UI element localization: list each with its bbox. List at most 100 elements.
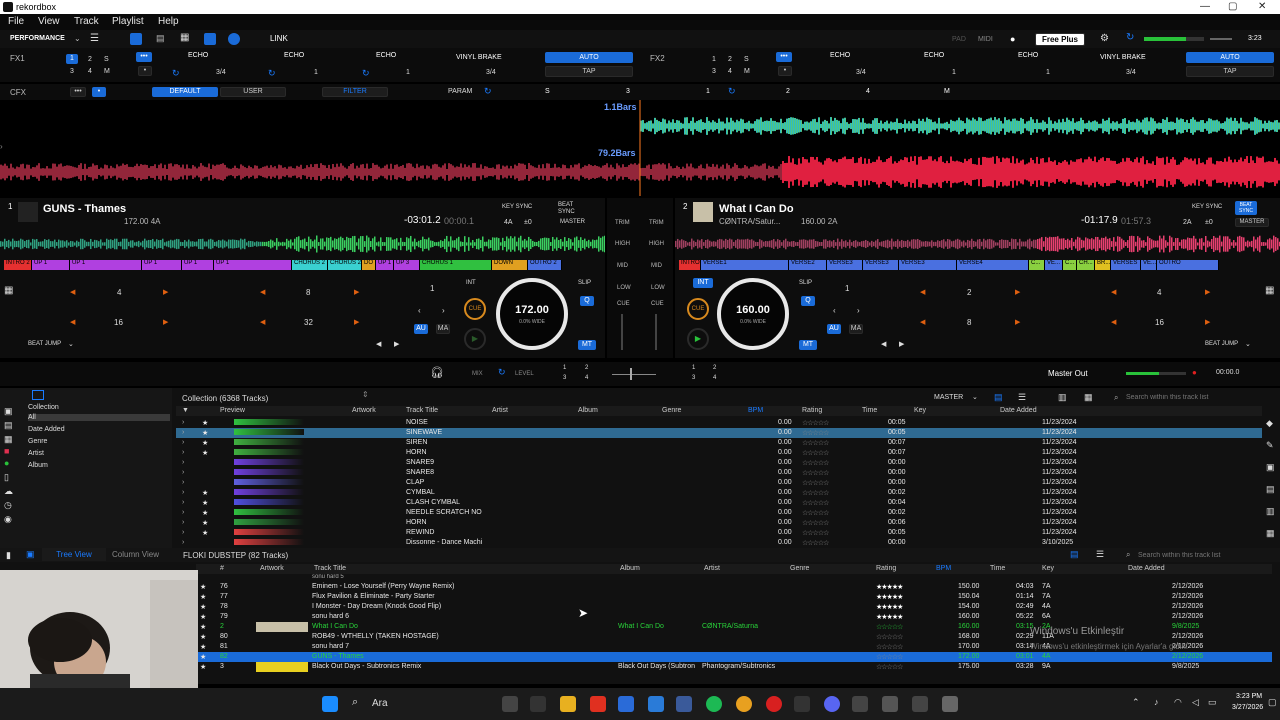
tree-view-tab[interactable]: Tree View bbox=[42, 548, 106, 561]
row-star[interactable]: ★ bbox=[202, 499, 208, 507]
fx1-beat-dot-icon[interactable]: • bbox=[138, 66, 152, 76]
fx2-slot-1[interactable]: ECHO bbox=[830, 52, 850, 59]
fx1-tap-button[interactable]: TAP bbox=[545, 66, 633, 77]
row-rating[interactable]: ☆☆☆☆☆ bbox=[802, 469, 829, 477]
deck2-overview[interactable] bbox=[675, 234, 1280, 254]
fx2-deck-3-button[interactable]: 3 bbox=[712, 68, 716, 75]
row-expand-icon[interactable]: › bbox=[182, 529, 184, 536]
cue-marker[interactable]: INTRO 2 bbox=[4, 260, 32, 270]
midi-button[interactable]: MIDI bbox=[978, 36, 993, 43]
fx1-deck-1-button[interactable]: 1 bbox=[66, 54, 78, 64]
row-star[interactable]: ★ bbox=[202, 519, 208, 527]
fx1-knob-3-icon[interactable]: ↻ bbox=[362, 68, 370, 79]
mixer-cue-right[interactable]: CUE bbox=[651, 301, 664, 307]
cue-marker[interactable]: VERSES bbox=[1111, 260, 1141, 270]
menu-help[interactable]: Help bbox=[158, 16, 179, 27]
col-artist[interactable]: Artist bbox=[492, 407, 508, 414]
row-preview[interactable] bbox=[234, 519, 304, 525]
collection-icon[interactable] bbox=[32, 390, 44, 400]
fx1-deck-m-button[interactable]: M bbox=[104, 68, 110, 75]
fx2-slot-3[interactable]: ECHO bbox=[1018, 52, 1038, 59]
chevron-down-icon[interactable]: ⌄ bbox=[74, 34, 81, 43]
opera-icon[interactable] bbox=[766, 696, 782, 712]
cfx-slot-3[interactable]: 3 bbox=[626, 88, 630, 95]
microphone-icon[interactable]: ♪ bbox=[1154, 697, 1159, 707]
deck-select-3b[interactable]: 3 bbox=[692, 375, 695, 381]
app-window-icon[interactable] bbox=[676, 696, 692, 712]
row-rating[interactable]: ★★★★★ bbox=[876, 583, 903, 591]
row-rating[interactable]: ☆☆☆☆☆ bbox=[802, 459, 829, 467]
row-preview[interactable] bbox=[234, 419, 304, 425]
cue-marker[interactable]: CH... bbox=[1077, 260, 1095, 270]
deck2-slip-button[interactable]: SLIP bbox=[799, 280, 812, 286]
fx1-deck-s-button[interactable]: S bbox=[104, 56, 109, 63]
cue-marker[interactable]: UP 1 bbox=[376, 260, 394, 270]
record-icon[interactable]: ● bbox=[1192, 368, 1197, 377]
cfx-slot-m[interactable]: M bbox=[944, 88, 950, 95]
app-gamepad-icon[interactable] bbox=[912, 696, 928, 712]
tree-artist[interactable]: Artist bbox=[28, 450, 44, 457]
col-key[interactable]: Key bbox=[914, 407, 926, 414]
deck1-quantize-button[interactable]: Q bbox=[580, 296, 594, 306]
deck1-pad-2[interactable]: 8 bbox=[306, 288, 310, 297]
volume-icon[interactable]: ◁ bbox=[1192, 697, 1199, 708]
fx1-knob-1-icon[interactable]: ↻ bbox=[172, 68, 180, 79]
playlist-row[interactable]: ★ 76 Eminem - Lose Yourself (Perry Wayne R… bbox=[196, 582, 1272, 592]
table-row[interactable]: › ★ SINEWAVE 0.00 ☆☆☆☆☆ 00:05 11/23/2024 bbox=[176, 428, 1262, 438]
cue-marker[interactable]: CHORUS 2 bbox=[292, 260, 328, 270]
fx1-more-icon[interactable]: ••• bbox=[136, 52, 152, 62]
deck1-pad2-right-icon[interactable]: ▶ bbox=[354, 288, 359, 296]
right-panel-info-icon[interactable]: ▣ bbox=[1266, 462, 1275, 473]
notification-icon[interactable]: ▢ bbox=[1268, 697, 1277, 708]
row-rating[interactable]: ☆☆☆☆☆ bbox=[802, 429, 829, 437]
row-star[interactable]: ★ bbox=[202, 509, 208, 517]
row-star-icon[interactable]: ★ bbox=[200, 633, 206, 641]
deck-select-4[interactable]: 4 bbox=[585, 375, 588, 381]
deck2-key-offset[interactable]: ±0 bbox=[1205, 219, 1213, 226]
pl-detail-view-icon[interactable]: ☰ bbox=[1096, 549, 1104, 560]
master-out-select[interactable]: Master Out bbox=[1048, 369, 1088, 378]
table-row[interactable]: › SNARE8 0.00 ☆☆☆☆☆ 00:00 11/23/2024 bbox=[176, 468, 1262, 478]
cue-marker[interactable]: BR... bbox=[1095, 260, 1111, 270]
col-artwork[interactable]: Artwork bbox=[352, 407, 376, 414]
column-view-tab[interactable]: Column View bbox=[112, 550, 159, 559]
app-pen-icon[interactable] bbox=[882, 696, 898, 712]
right-panel-tag-icon[interactable]: ◆ bbox=[1266, 418, 1273, 429]
row-preview[interactable] bbox=[234, 489, 304, 495]
collection-sort-icon[interactable]: ⇕ bbox=[362, 390, 369, 399]
row-expand-icon[interactable]: › bbox=[182, 479, 184, 486]
deck1-pad3-left-icon[interactable]: ◀ bbox=[70, 318, 75, 326]
deck2-master-button[interactable]: MASTER bbox=[1235, 218, 1269, 227]
pl-col-date-added[interactable]: Date Added bbox=[1128, 565, 1165, 572]
row-rating[interactable]: ☆☆☆☆☆ bbox=[876, 643, 903, 651]
row-star-icon[interactable]: ★ bbox=[200, 593, 206, 601]
fx2-beat-dot-icon[interactable]: • bbox=[778, 66, 792, 76]
deck1-beat-sync-button[interactable]: BEAT SYNC bbox=[558, 202, 578, 216]
menu-view[interactable]: View bbox=[38, 16, 60, 27]
fx1-deck-4-button[interactable]: 4 bbox=[88, 68, 92, 75]
row-rating[interactable]: ☆☆☆☆☆ bbox=[876, 623, 903, 631]
deck-filter-select[interactable]: MASTER bbox=[934, 394, 963, 401]
fx2-more-icon[interactable]: ••• bbox=[776, 52, 792, 62]
pl-col-bpm[interactable]: BPM bbox=[936, 565, 951, 572]
deck2-pad2-right-icon[interactable]: ▶ bbox=[1205, 288, 1210, 296]
rekordbox-taskbar-icon[interactable] bbox=[942, 696, 958, 712]
table-row[interactable]: › ★ CLASH CYMBAL 0.00 ☆☆☆☆☆ 00:04 11/23/2024 bbox=[176, 498, 1262, 508]
tree-album[interactable]: Album bbox=[28, 462, 48, 469]
cue-marker[interactable]: VE... bbox=[1045, 260, 1063, 270]
deck2-int-button[interactable]: INT bbox=[693, 278, 713, 288]
row-rating[interactable]: ☆☆☆☆☆ bbox=[802, 419, 829, 427]
tree-all[interactable]: All bbox=[28, 414, 170, 421]
deck2-loop-right-icon[interactable]: › bbox=[857, 306, 860, 315]
deck1-pad3-right-icon[interactable]: ▶ bbox=[163, 318, 168, 326]
deck-select-1b[interactable]: 1 bbox=[692, 365, 695, 371]
deck-select-1[interactable]: 1 bbox=[563, 365, 566, 371]
deck2-beat-sync-button[interactable]: BEAT SYNC bbox=[1235, 201, 1257, 215]
row-star[interactable]: ★ bbox=[202, 449, 208, 457]
cfx-dot-icon[interactable]: • bbox=[92, 87, 106, 97]
col-preview[interactable]: Preview bbox=[220, 407, 245, 414]
pl-col-artist[interactable]: Artist bbox=[704, 565, 720, 572]
right-panel-edit-icon[interactable]: ✎ bbox=[1266, 440, 1274, 451]
deck-select-2b[interactable]: 2 bbox=[713, 365, 716, 371]
deck2-pad-3[interactable]: 8 bbox=[967, 318, 971, 327]
